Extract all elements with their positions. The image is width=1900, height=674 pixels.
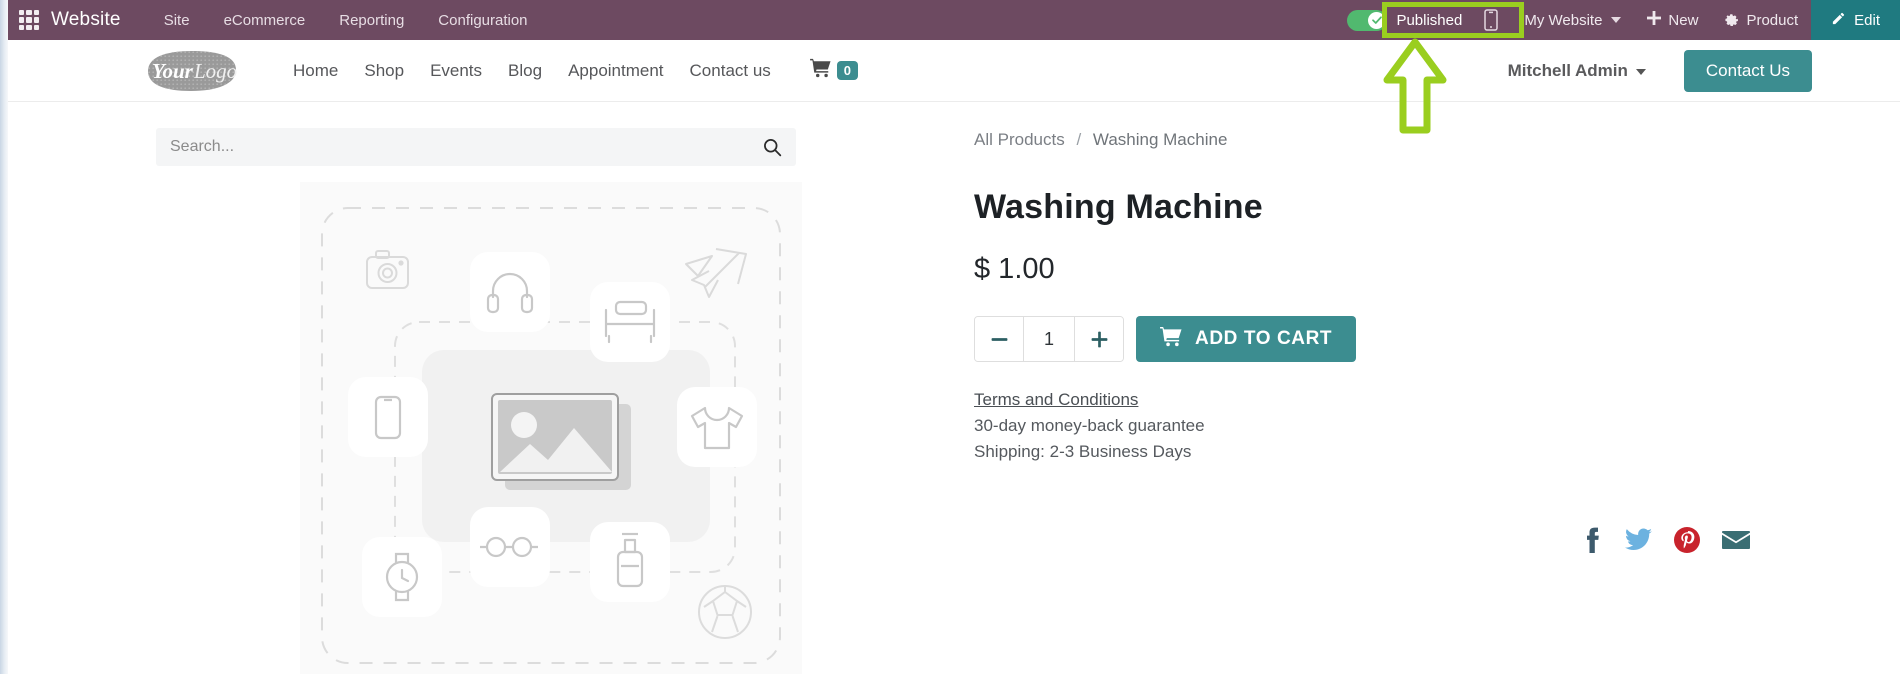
add-to-cart-button[interactable]: ADD TO CART — [1136, 316, 1357, 362]
browser-left-edge — [0, 0, 8, 674]
mobile-phone-icon[interactable] — [1484, 9, 1499, 31]
shopping-cart-icon — [1160, 326, 1183, 353]
product-details-column: All Products / Washing Machine Washing M… — [974, 102, 1870, 462]
pinterest-icon[interactable] — [1674, 527, 1700, 553]
published-toggle[interactable]: Published — [1341, 6, 1474, 35]
menu-site[interactable]: Site — [147, 12, 207, 29]
product-price: $ 1.00 — [974, 253, 1055, 285]
twitter-icon[interactable] — [1625, 528, 1652, 552]
product-image-placeholder[interactable] — [300, 182, 802, 674]
page-content: All Products / Washing Machine Washing M… — [8, 102, 1900, 674]
new-button-label: New — [1668, 11, 1699, 29]
money-back-guarantee-text: 30-day money-back guarantee — [974, 416, 1205, 435]
your-logo-icon: Your Logo — [148, 50, 237, 91]
nav-appointment[interactable]: Appointment — [555, 61, 676, 81]
site-nav: Home Shop Events Blog Appointment Contac… — [280, 61, 784, 81]
svg-text:Your: Your — [152, 59, 194, 83]
contact-us-button[interactable]: Contact Us — [1683, 49, 1812, 92]
website-header: Your Logo Home Shop Events Blog Appointm… — [8, 40, 1900, 102]
menu-ecommerce[interactable]: eCommerce — [207, 12, 323, 29]
purchase-controls: ADD TO CART — [974, 316, 1870, 362]
published-label: Published — [1396, 11, 1463, 29]
facebook-icon[interactable] — [1579, 527, 1603, 553]
publish-switch[interactable] — [1347, 9, 1388, 31]
gear-icon — [1724, 11, 1739, 30]
site-logo[interactable]: Your Logo — [140, 47, 244, 95]
website-selector[interactable]: My Website — [1511, 12, 1634, 29]
breadcrumb-all-products[interactable]: All Products — [974, 130, 1065, 149]
product-button[interactable]: Product — [1711, 11, 1811, 30]
breadcrumb: All Products / Washing Machine — [974, 102, 1870, 150]
product-button-label: Product — [1746, 11, 1799, 29]
website-selector-label: My Website — [1524, 11, 1603, 29]
user-menu-label[interactable]: Mitchell Admin — [1508, 61, 1628, 81]
quantity-stepper — [974, 316, 1124, 362]
quantity-input[interactable] — [1024, 328, 1074, 350]
search-input[interactable] — [170, 138, 762, 156]
search-box[interactable] — [156, 128, 796, 166]
chevron-down-icon — [1611, 17, 1622, 23]
menu-reporting[interactable]: Reporting — [322, 12, 421, 29]
odoo-system-bar: Website Site eCommerce Reporting Configu… — [8, 0, 1900, 40]
app-name-website[interactable]: Website — [51, 9, 121, 31]
quantity-value[interactable] — [1023, 317, 1075, 361]
cart-count-badge: 0 — [836, 60, 859, 81]
pencil-icon — [1831, 11, 1846, 30]
breadcrumb-separator: / — [1076, 130, 1082, 149]
quantity-increment-button[interactable] — [1075, 317, 1123, 361]
plus-icon — [1647, 11, 1662, 29]
shopping-cart-icon — [809, 58, 832, 83]
system-bar-right-group: Published My Website New Product Edit — [1341, 0, 1900, 40]
edit-button-label: Edit — [1854, 11, 1880, 29]
nav-contact-us[interactable]: Contact us — [677, 61, 784, 81]
magnifier-icon[interactable] — [762, 137, 782, 157]
new-button[interactable]: New — [1634, 11, 1711, 29]
nav-events[interactable]: Events — [417, 61, 495, 81]
chevron-down-icon[interactable] — [1635, 68, 1646, 75]
breadcrumb-current: Washing Machine — [1092, 130, 1228, 149]
menu-configuration[interactable]: Configuration — [421, 12, 544, 29]
quantity-decrement-button[interactable] — [975, 317, 1023, 361]
check-circle-icon — [1368, 11, 1386, 29]
email-icon[interactable] — [1722, 529, 1750, 551]
svg-text:Logo: Logo — [193, 59, 237, 83]
terms-and-conditions-link[interactable]: Terms and Conditions — [974, 390, 1138, 410]
nav-shop[interactable]: Shop — [351, 61, 417, 81]
social-share-group — [1579, 527, 1750, 553]
nav-home[interactable]: Home — [280, 61, 351, 81]
nav-blog[interactable]: Blog — [495, 61, 555, 81]
header-right-group: Mitchell Admin Contact Us — [1508, 49, 1812, 92]
cart-button[interactable]: 0 — [809, 58, 859, 83]
page-title: Washing Machine — [974, 188, 1263, 226]
apps-grid-icon[interactable] — [19, 10, 39, 30]
add-to-cart-label: ADD TO CART — [1195, 328, 1333, 349]
edit-button[interactable]: Edit — [1811, 0, 1900, 40]
shipping-info-text: Shipping: 2-3 Business Days — [974, 442, 1192, 461]
